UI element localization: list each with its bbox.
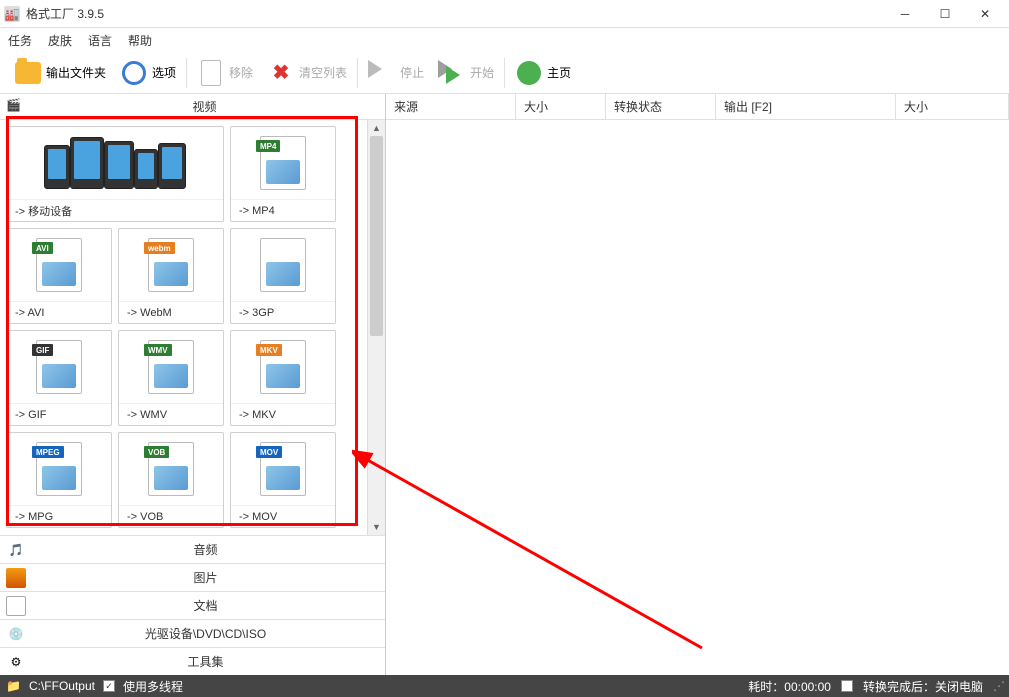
start-icon — [438, 59, 466, 87]
audio-icon: 🎵 — [6, 540, 26, 560]
resize-grip-icon[interactable]: ⋰ — [993, 679, 1003, 693]
stop-button[interactable]: 停止 — [362, 56, 430, 90]
col-size[interactable]: 大小 — [516, 94, 606, 119]
multithread-checkbox[interactable] — [103, 680, 115, 692]
globe-icon — [515, 59, 543, 87]
scroll-up-icon[interactable]: ▲ — [368, 120, 385, 136]
category-rom[interactable]: 💿 光驱设备\DVD\CD\ISO — [0, 619, 385, 647]
clear-list-button[interactable]: ✖ 清空列表 — [261, 56, 353, 90]
tile-label: -> AVI — [7, 301, 111, 323]
tile-label: -> VOB — [119, 505, 223, 527]
format-grid: -> 移动设备 MP4-> MP4 AVI-> AVIwebm-> WebM -> 3… — [0, 120, 367, 535]
document-icon — [197, 59, 225, 87]
table-header: 来源 大小 转换状态 输出 [F2] 大小 — [386, 94, 1009, 120]
format-tile-mkv[interactable]: MKV-> MKV — [230, 330, 336, 426]
category-header-video[interactable]: 🎬 视频 — [0, 94, 385, 120]
format-tile-mov[interactable]: MOV-> MOV — [230, 432, 336, 528]
output-folder-button[interactable]: 输出文件夹 — [8, 56, 112, 90]
category-picture[interactable]: 图片 — [0, 563, 385, 591]
tile-label: -> 3GP — [231, 301, 335, 323]
folder-icon — [14, 59, 42, 87]
minimize-button[interactable]: ─ — [885, 0, 925, 28]
stop-icon — [368, 59, 396, 87]
menu-help[interactable]: 帮助 — [128, 32, 152, 49]
format-tile-vob[interactable]: VOB-> VOB — [118, 432, 224, 528]
category-tools[interactable]: ⚙ 工具集 — [0, 647, 385, 675]
separator — [504, 58, 505, 88]
format-tile-mpeg[interactable]: MPEG-> MPG — [6, 432, 112, 528]
tile-label: -> MP4 — [231, 199, 335, 221]
category-document[interactable]: 文档 — [0, 591, 385, 619]
menu-task[interactable]: 任务 — [8, 32, 32, 49]
picture-icon — [6, 568, 26, 588]
clear-icon: ✖ — [267, 59, 295, 87]
video-icon: 🎬 — [6, 98, 24, 116]
col-status[interactable]: 转换状态 — [606, 94, 716, 119]
folder-status-icon[interactable]: 📁 — [6, 679, 21, 693]
col-source[interactable]: 来源 — [386, 94, 516, 119]
category-audio[interactable]: 🎵 音频 — [0, 535, 385, 563]
tile-label: -> WMV — [119, 403, 223, 425]
tile-label: -> 移动设备 — [7, 199, 223, 221]
tile-label: -> MKV — [231, 403, 335, 425]
col-size2[interactable]: 大小 — [896, 94, 1009, 119]
after-done-checkbox[interactable] — [841, 680, 853, 692]
app-icon: 🏭 — [4, 6, 20, 22]
format-tile-gif[interactable]: GIF-> GIF — [6, 330, 112, 426]
tools-icon: ⚙ — [6, 652, 26, 672]
scrollbar[interactable]: ▲ ▼ — [367, 120, 385, 535]
separator — [186, 58, 187, 88]
homepage-button[interactable]: 主页 — [509, 56, 577, 90]
table-body — [386, 120, 1009, 675]
format-tile-avi[interactable]: AVI-> AVI — [6, 228, 112, 324]
tile-label: -> MOV — [231, 505, 335, 527]
format-tile-webm[interactable]: webm-> WebM — [118, 228, 224, 324]
maximize-button[interactable]: ☐ — [925, 0, 965, 28]
separator — [357, 58, 358, 88]
tile-label: -> MPG — [7, 505, 111, 527]
window-title: 格式工厂 3.9.5 — [26, 5, 885, 22]
disc-icon: 💿 — [6, 624, 26, 644]
col-output[interactable]: 输出 [F2] — [716, 94, 896, 119]
scroll-thumb[interactable] — [370, 136, 383, 336]
menu-skin[interactable]: 皮肤 — [48, 32, 72, 49]
start-button[interactable]: 开始 — [432, 56, 500, 90]
format-tile-[interactable]: -> 移动设备 — [6, 126, 224, 222]
tile-label: -> GIF — [7, 403, 111, 425]
multithread-label: 使用多线程 — [123, 678, 183, 695]
after-done-label: 转换完成后：关闭电脑 — [863, 678, 983, 695]
tile-label: -> WebM — [119, 301, 223, 323]
document-category-icon — [6, 596, 26, 616]
elapsed-label: 耗时：00:00:00 — [748, 678, 831, 695]
gear-icon — [120, 59, 148, 87]
close-button[interactable]: ✕ — [965, 0, 1005, 28]
format-tile-3gp[interactable]: -> 3GP — [230, 228, 336, 324]
format-tile-wmv[interactable]: WMV-> WMV — [118, 330, 224, 426]
remove-button[interactable]: 移除 — [191, 56, 259, 90]
menu-language[interactable]: 语言 — [88, 32, 112, 49]
format-tile-mp4[interactable]: MP4-> MP4 — [230, 126, 336, 222]
scroll-down-icon[interactable]: ▼ — [368, 519, 385, 535]
options-button[interactable]: 选项 — [114, 56, 182, 90]
output-path[interactable]: C:\FFOutput — [29, 679, 95, 693]
